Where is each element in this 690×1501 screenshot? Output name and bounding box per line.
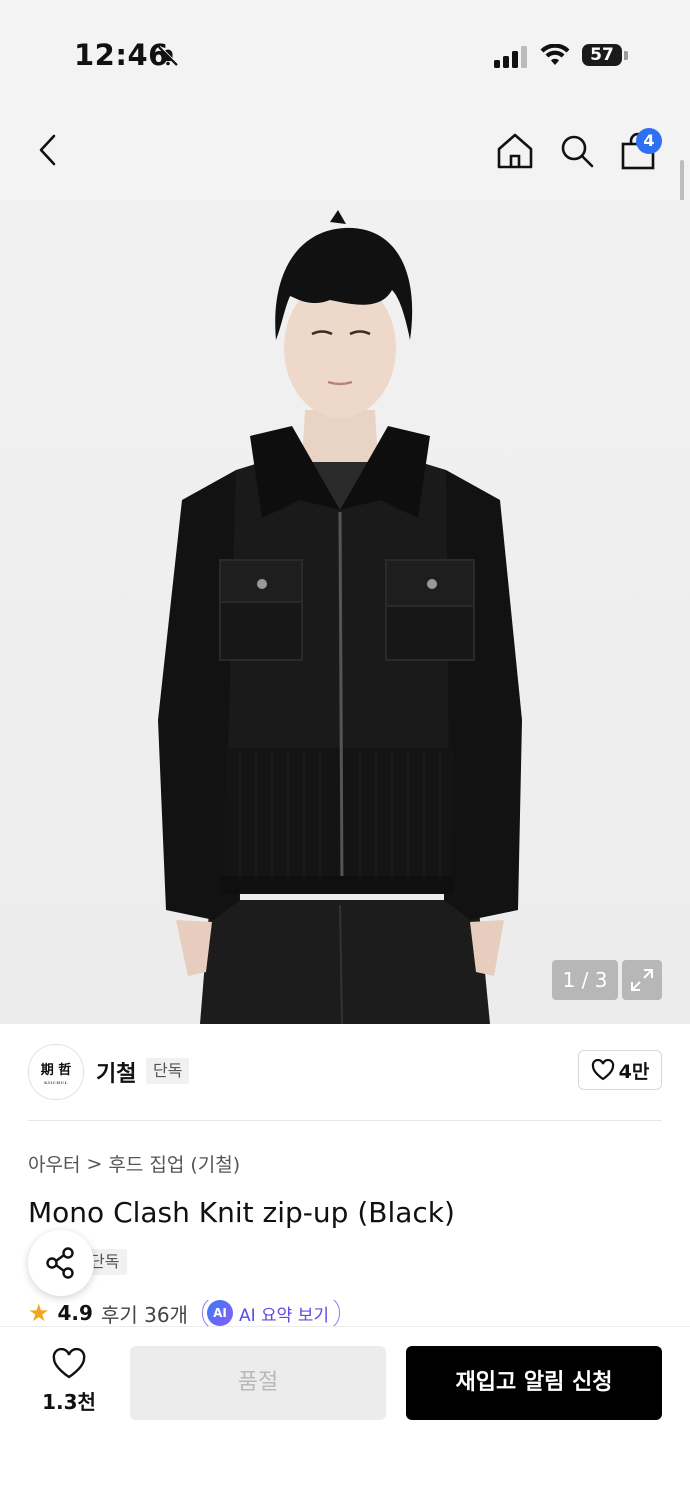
- product-title: Mono Clash Knit zip-up (Black): [28, 1196, 455, 1229]
- home-icon: [497, 133, 533, 169]
- home-button[interactable]: [491, 127, 539, 175]
- search-icon: [561, 135, 594, 168]
- chevron-left-icon: [39, 134, 56, 166]
- product-image[interactable]: [0, 200, 690, 1024]
- cart-count-badge: 4: [636, 128, 662, 154]
- rating-row: ★ 4.9 후기 36개 AI AI 요약 보기: [28, 1300, 340, 1326]
- star-icon: ★: [28, 1300, 50, 1326]
- wifi-icon: [540, 43, 570, 70]
- ai-summary-button[interactable]: AI AI 요약 보기: [201, 1300, 340, 1326]
- breadcrumb-separator: >: [86, 1152, 103, 1175]
- battery-tip: [624, 51, 628, 60]
- breadcrumb-category[interactable]: 아우터: [28, 1150, 80, 1177]
- top-navigation: [0, 110, 690, 200]
- ai-icon: AI: [206, 1300, 233, 1326]
- brand-name[interactable]: 기철: [96, 1056, 136, 1088]
- heart-icon: [52, 1347, 86, 1379]
- brand-logo-text: 期 哲: [40, 1063, 72, 1078]
- brand-like-count: 4만: [618, 1060, 650, 1083]
- bell-muted-icon: [156, 44, 180, 72]
- share-button[interactable]: [28, 1230, 94, 1296]
- brand-logo[interactable]: 期 哲 KIICHUL: [28, 1044, 84, 1100]
- breadcrumb-subcategory[interactable]: 후드 집업 (기철): [108, 1150, 240, 1177]
- exclusive-tag: 단독: [146, 1058, 190, 1084]
- breadcrumb: 아우터 > 후드 집업 (기철): [28, 1150, 240, 1177]
- soldout-button[interactable]: 품절: [130, 1346, 386, 1420]
- fullscreen-button[interactable]: [622, 960, 662, 1000]
- model-jacket-illustration: [158, 210, 522, 1024]
- rating-score: 4.9: [57, 1301, 93, 1325]
- heart-icon: [591, 1059, 614, 1081]
- review-count[interactable]: 후기 36개: [101, 1300, 188, 1327]
- search-button[interactable]: [553, 127, 601, 175]
- battery-indicator: 57: [582, 44, 622, 66]
- image-counter: 1 / 3: [552, 960, 618, 1000]
- restock-alert-button[interactable]: 재입고 알림 신청: [406, 1346, 662, 1420]
- brand-row: 期 哲 KIICHUL 기철 단독 4만: [28, 1044, 662, 1100]
- status-bar: 12:46 57: [0, 0, 690, 110]
- cellular-signal-icon: [494, 46, 530, 72]
- brand-logo-subtext: KIICHUL: [44, 1080, 68, 1085]
- share-icon: [46, 1247, 74, 1279]
- expand-icon: [631, 969, 653, 991]
- back-button[interactable]: [24, 126, 72, 174]
- wishlist-button[interactable]: 1.3천: [40, 1347, 98, 1415]
- ai-summary-label: AI 요약 보기: [238, 1305, 329, 1326]
- wishlist-count: 1.3천: [42, 1390, 96, 1414]
- status-time: 12:46: [74, 38, 169, 72]
- divider: [28, 1120, 662, 1121]
- brand-like-button[interactable]: 4만: [578, 1050, 662, 1090]
